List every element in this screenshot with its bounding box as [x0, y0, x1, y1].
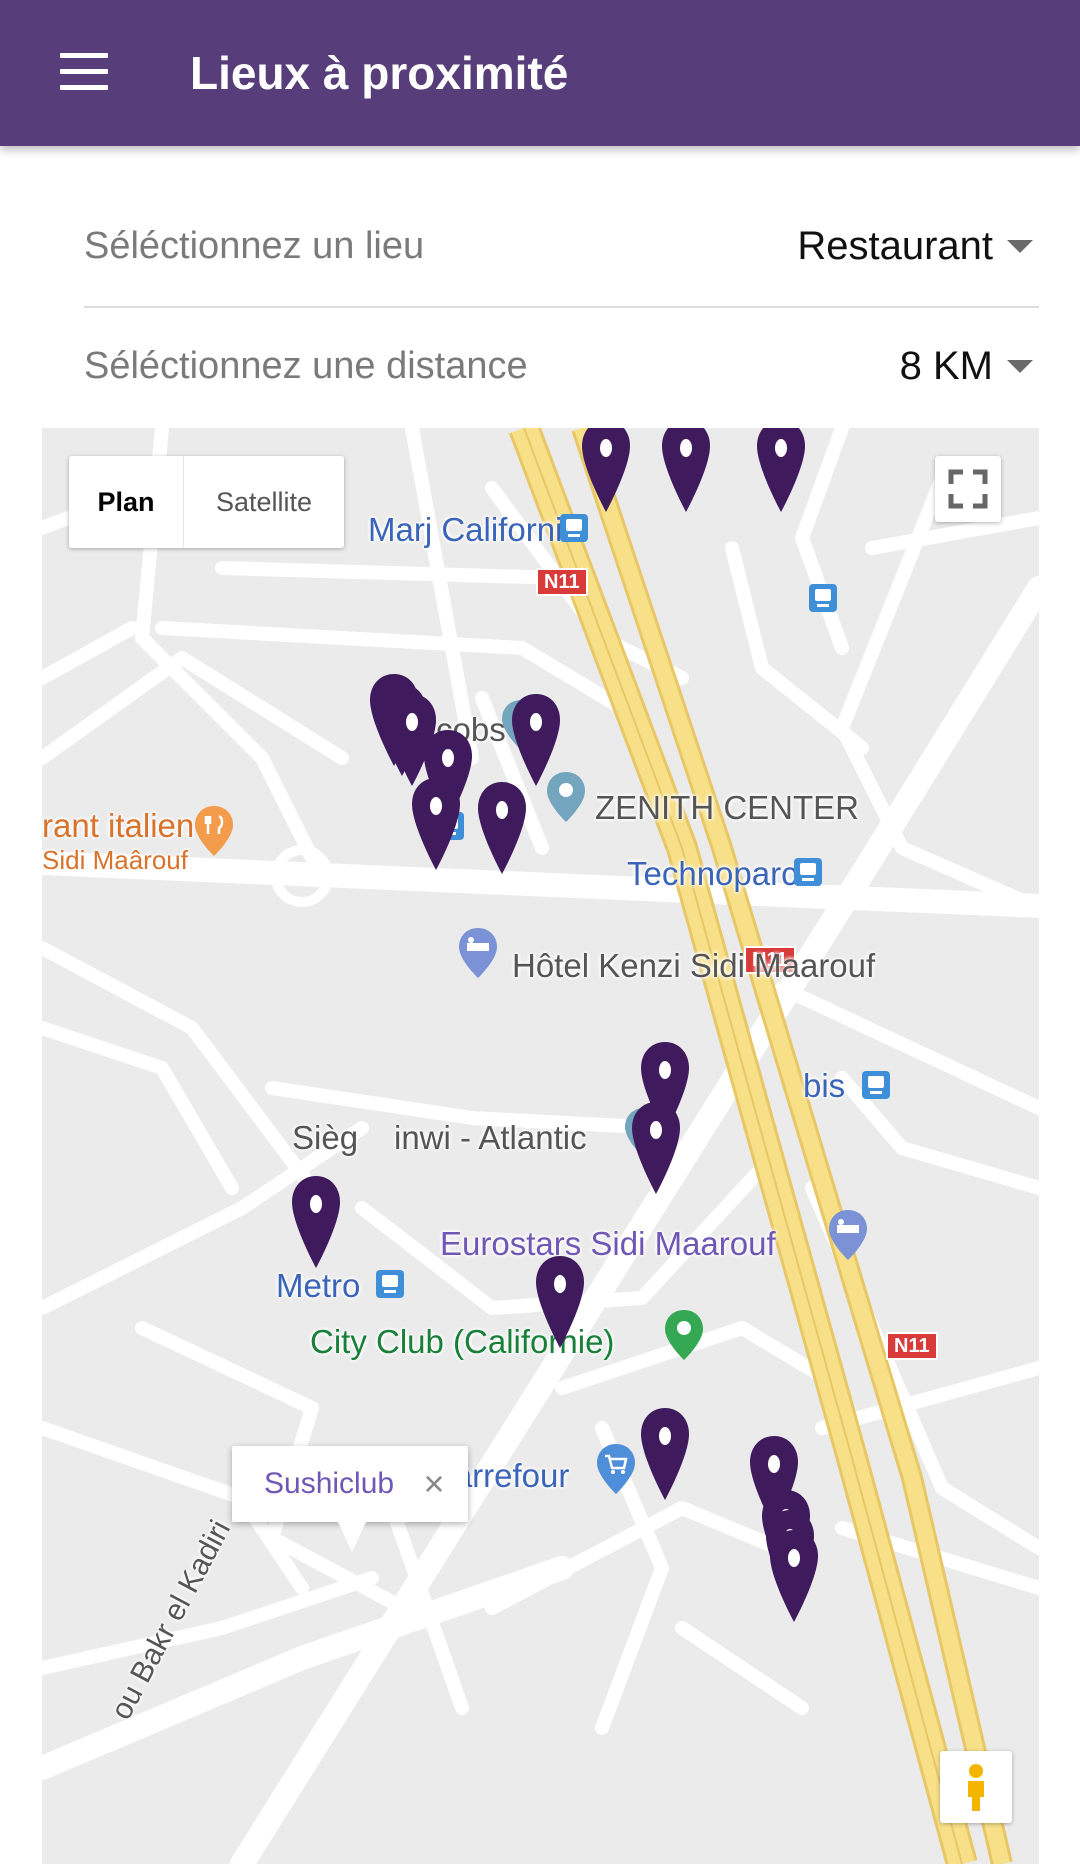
shopping-cart-poi-icon — [597, 1444, 635, 1494]
dropdown-arrow-icon — [1007, 239, 1033, 253]
distance-filter-row: Séléctionnez une distance 8 KM — [84, 308, 1039, 428]
restaurant-marker-icon[interactable] — [630, 1100, 682, 1196]
place-label-inwi-right: inwi - Atlantic — [394, 1119, 587, 1156]
dropdown-arrow-icon — [1007, 359, 1033, 373]
road-shield-n11: N11 — [536, 568, 588, 596]
restaurant-poi-icon — [195, 806, 233, 856]
road-shield-n11: N11 — [886, 1332, 938, 1360]
place-label-zenith: ZENITH CENTER — [595, 789, 859, 826]
hotel-poi-icon — [459, 928, 497, 978]
map-type-satellite-button[interactable]: Satellite — [183, 456, 344, 548]
pegman-icon[interactable] — [940, 1751, 1012, 1823]
hotel-poi-icon — [829, 1210, 867, 1260]
place-select-value: Restaurant — [797, 224, 993, 268]
bus-stop-icon — [809, 584, 837, 612]
fullscreen-icon[interactable] — [935, 456, 1001, 522]
bus-stop-icon — [862, 1071, 890, 1099]
restaurant-marker-icon[interactable] — [290, 1174, 342, 1270]
restaurant-marker-icon[interactable] — [410, 776, 462, 872]
distance-select-value: 8 KM — [899, 344, 993, 388]
restaurant-marker-icon[interactable] — [580, 428, 632, 514]
place-label-inwi-left: Sièg — [292, 1119, 359, 1156]
page-title: Lieux à proximité — [190, 47, 569, 99]
bus-stop-icon — [376, 1270, 404, 1298]
close-icon[interactable]: × — [418, 1466, 450, 1502]
place-label-kenzi: Hôtel Kenzi Sidi Maarouf — [512, 947, 876, 984]
map-view[interactable]: Plan Satellite Marj Californi N11 cobs Z… — [42, 428, 1039, 1864]
place-filter-label: Séléctionnez un lieu — [84, 225, 425, 267]
map-type-plan-button[interactable]: Plan — [69, 456, 183, 548]
place-label-ibis: bis — [803, 1067, 846, 1104]
place-label-technoparc: Technoparc — [627, 855, 798, 892]
place-select[interactable]: Restaurant — [797, 218, 1039, 274]
restaurant-marker-icon[interactable] — [755, 428, 807, 514]
restaurant-marker-icon[interactable] — [660, 428, 712, 514]
restaurant-marker-icon[interactable] — [768, 1528, 820, 1624]
place-filter-row: Séléctionnez un lieu Restaurant — [84, 188, 1039, 308]
gym-poi-icon — [665, 1310, 703, 1360]
restaurant-marker-icon[interactable] — [510, 692, 562, 788]
info-window-title: Sushiclub — [264, 1467, 395, 1500]
restaurant-marker-icon[interactable] — [639, 1406, 691, 1502]
bus-stop-icon — [794, 858, 822, 886]
place-label-marj: Marj Californi — [368, 511, 563, 548]
place-label-italien-area: Sidi Maârouf — [42, 845, 188, 875]
map-type-control: Plan Satellite — [69, 456, 344, 548]
info-window: Sushiclub × — [232, 1446, 468, 1552]
place-label-eurostars: Eurostars Sidi Maarouf — [440, 1225, 776, 1262]
restaurant-marker-icon[interactable] — [476, 780, 528, 876]
distance-filter-label: Séléctionnez une distance — [84, 345, 528, 387]
menu-icon[interactable] — [56, 45, 112, 101]
distance-select[interactable]: 8 KM — [900, 338, 1039, 394]
bus-stop-icon — [560, 514, 588, 542]
restaurant-marker-icon[interactable] — [534, 1254, 586, 1350]
app-bar: Lieux à proximité — [0, 0, 1080, 146]
place-label-metro: Metro — [276, 1267, 361, 1304]
